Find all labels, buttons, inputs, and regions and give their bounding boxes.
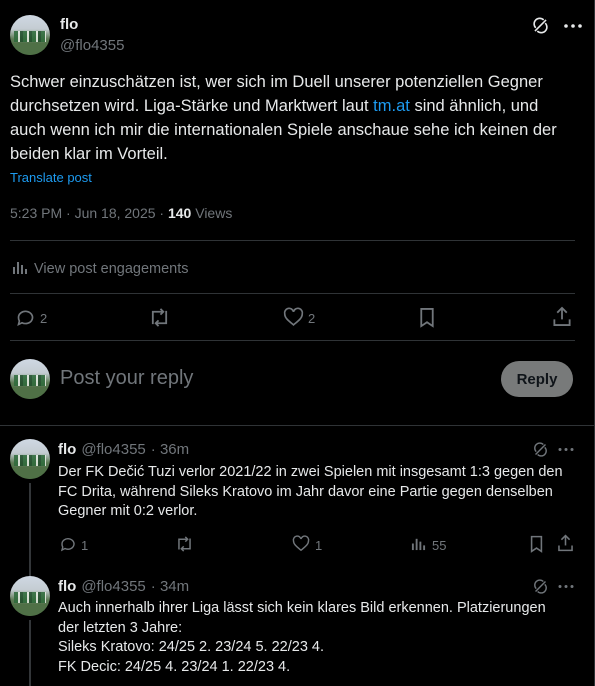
author-handle[interactable]: @flo4355 — [60, 37, 124, 54]
post-detail-page: flo @flo4355 Schwer einzuschätzen ist, w… — [0, 0, 595, 686]
reply-text-line: Gegner mit 0:2 verlor. — [58, 503, 198, 519]
divider — [10, 293, 575, 294]
thread-line — [29, 483, 31, 576]
grok-icon[interactable] — [531, 16, 550, 35]
post-text: Schwer einzuschätzen ist, wer sich im Du… — [10, 73, 557, 163]
author-name[interactable]: flo — [60, 16, 78, 33]
view-engagements-label: View post engagements — [34, 261, 189, 277]
reply-time[interactable]: · 34m — [151, 578, 189, 595]
divider — [0, 425, 595, 426]
reply-button[interactable]: Reply — [501, 361, 573, 397]
reply-text-line: der letzten 3 Jahre: — [58, 619, 183, 636]
analytics-icon — [12, 259, 28, 279]
reply-time[interactable]: · 36m — [151, 441, 189, 458]
avatar[interactable] — [10, 439, 50, 479]
reply-text-line: Sileks Kratovo: 24/25 2. 23/24 5. 22/23 … — [58, 639, 325, 655]
reply-text-line: FK Decic: 24/25 4. 23/24 1. 22/23 4. — [58, 658, 291, 675]
thread-line — [29, 620, 31, 686]
post-link[interactable]: tm.at — [373, 97, 410, 115]
reply-count: 1 — [81, 538, 89, 553]
analytics-icon[interactable] — [411, 536, 426, 551]
more-icon[interactable] — [563, 23, 583, 29]
more-icon[interactable] — [558, 447, 574, 452]
repost-icon[interactable] — [175, 535, 194, 553]
translate-post-link[interactable]: Translate post — [10, 170, 92, 185]
reply-icon[interactable] — [59, 535, 77, 553]
views-count: 140 — [167, 205, 192, 221]
post-meta: 5:23 PM · Jun 18, 2025 · 140 Views — [10, 205, 232, 221]
author-name[interactable]: flo — [58, 441, 76, 458]
reply-icon[interactable] — [15, 307, 36, 328]
like-count: 1 — [315, 538, 323, 553]
post-timestamp[interactable]: 5:23 PM · Jun 18, 2025 · — [10, 205, 168, 221]
author-handle[interactable]: @flo4355 — [81, 578, 145, 595]
grok-icon[interactable] — [532, 578, 549, 595]
more-icon[interactable] — [558, 584, 574, 589]
grok-icon[interactable] — [532, 441, 549, 458]
repost-icon[interactable] — [148, 307, 171, 328]
bookmark-icon[interactable] — [529, 535, 544, 553]
author-name[interactable]: flo — [58, 578, 76, 595]
author-handle[interactable]: @flo4355 — [81, 441, 145, 458]
divider — [10, 240, 575, 241]
views-label: Views — [191, 205, 233, 221]
reply-text-line: FC Drita, während Sileks Kratovo im Jahr… — [58, 483, 553, 500]
avatar[interactable] — [10, 15, 50, 55]
reply-input[interactable]: Post your reply — [60, 367, 193, 390]
views-count: 55 — [432, 538, 447, 553]
reply-header: flo @flo4355 · 36m — [58, 441, 189, 458]
divider — [10, 340, 575, 341]
like-icon[interactable] — [292, 535, 310, 552]
like-count: 2 — [308, 311, 316, 326]
reply-text: Auch innerhalb ihrer Liga lässt sich kei… — [58, 599, 583, 677]
share-icon[interactable] — [557, 534, 574, 552]
reply-text-line: Der FK Dečić Tuzi verlor 2021/22 in zwei… — [58, 464, 563, 480]
share-icon[interactable] — [552, 306, 572, 327]
view-engagements-link[interactable]: View post engagements — [12, 259, 189, 279]
avatar[interactable] — [10, 359, 50, 399]
reply-text-line: Auch innerhalb ihrer Liga lässt sich kei… — [58, 600, 546, 616]
reply-count: 2 — [40, 311, 48, 326]
reply-text: Der FK Dečić Tuzi verlor 2021/22 in zwei… — [58, 463, 583, 522]
like-icon[interactable] — [283, 307, 304, 327]
avatar[interactable] — [10, 576, 50, 616]
bookmark-icon[interactable] — [418, 307, 436, 328]
reply-header: flo @flo4355 · 34m — [58, 578, 189, 595]
